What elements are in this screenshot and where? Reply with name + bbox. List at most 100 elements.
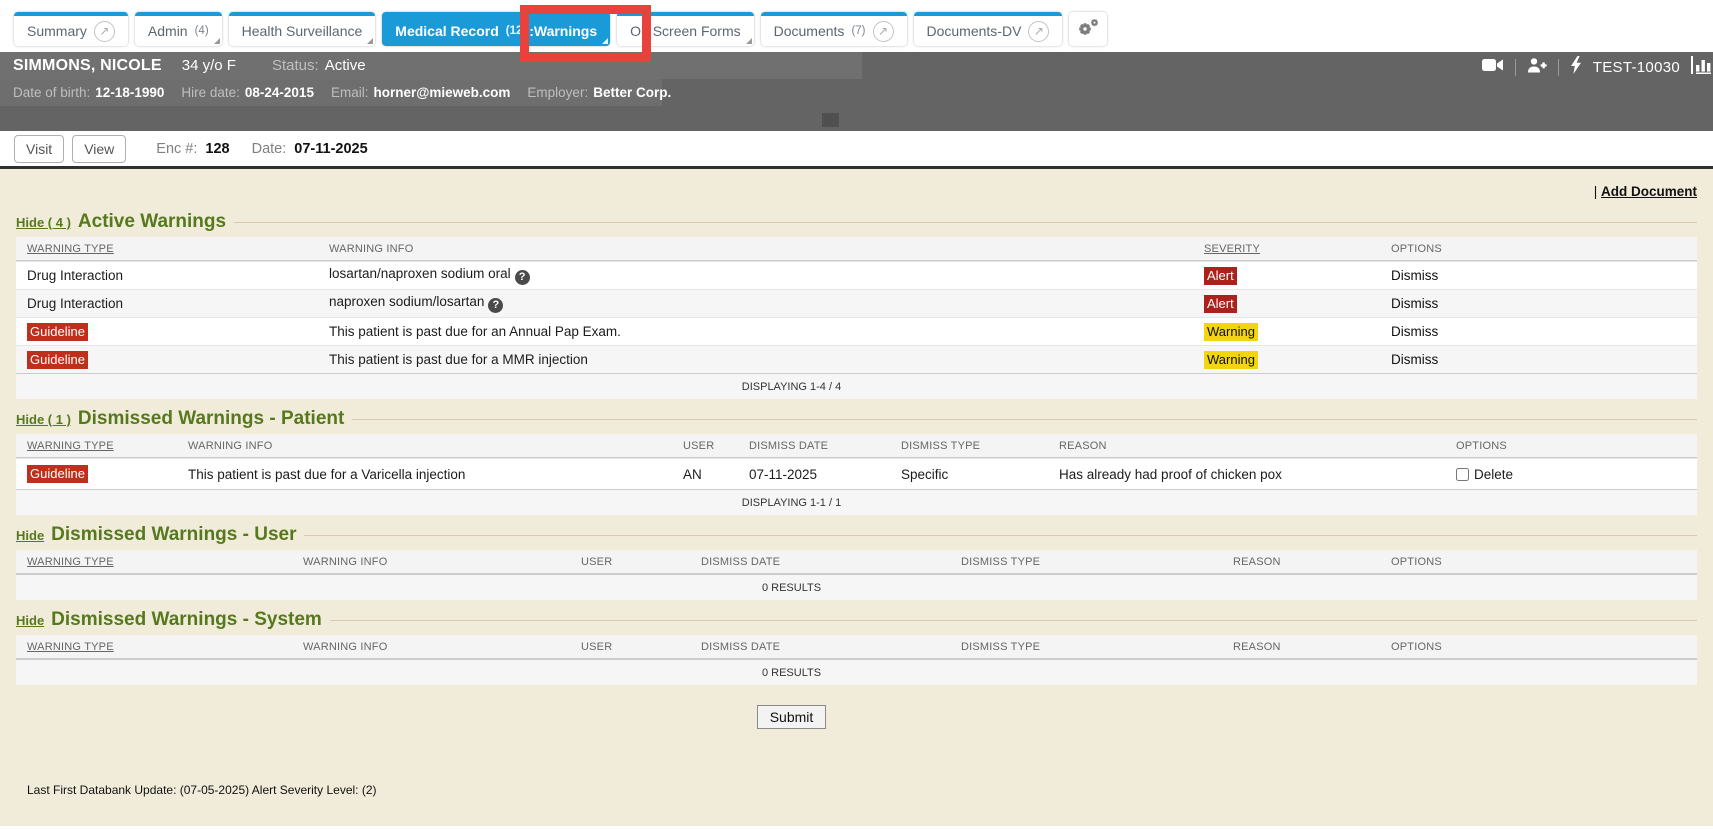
severity-badge: Alert: [1204, 267, 1237, 285]
enc-date-label: Date:: [252, 141, 287, 157]
help-icon[interactable]: ?: [515, 270, 530, 285]
active-warnings-table: WARNING TYPE WARNING INFO SEVERITY OPTIO…: [16, 237, 1697, 399]
column-reason: REASON: [1048, 436, 1445, 456]
dismissed-patient-title: Dismissed Warnings - Patient: [78, 408, 344, 430]
patient-age-sex: 34 y/o F: [182, 57, 236, 74]
hide-dismissed-system-link[interactable]: Hide: [16, 613, 44, 628]
warnings-page: | Add Document Hide ( 4 ) Active Warning…: [0, 169, 1713, 826]
warning-type-badge: Guideline: [27, 351, 88, 369]
dismiss-link[interactable]: Dismiss: [1380, 348, 1697, 371]
dismiss-link[interactable]: Dismiss: [1380, 264, 1697, 287]
dismiss-link[interactable]: Dismiss: [1380, 292, 1697, 315]
patient-header: SIMMONS, NICOLE 34 y/o F Status: Active: [0, 52, 1713, 131]
chart-icon[interactable]: [1691, 56, 1713, 79]
table-pagination: DISPLAYING 1-1 / 1: [16, 489, 1697, 515]
employer-value: Better Corp.: [593, 85, 671, 100]
table-row: Guideline This patient is past due for a…: [16, 345, 1697, 373]
tab-documents-dv[interactable]: Documents-DV ↗: [914, 12, 1063, 46]
tab-documents[interactable]: Documents (7) ↗: [761, 12, 907, 46]
column-warning-type[interactable]: WARNING TYPE: [16, 239, 318, 259]
table-pagination: DISPLAYING 1-4 / 4: [16, 373, 1697, 399]
column-user: USER: [672, 436, 738, 456]
tab-health-surveillance-label: Health Surveillance: [242, 23, 363, 39]
status-value: Active: [325, 57, 366, 74]
help-icon[interactable]: ?: [488, 298, 503, 313]
column-dismiss-date: DISMISS DATE: [690, 637, 950, 657]
dismissed-system-header: Hide Dismissed Warnings - System: [16, 609, 1697, 631]
view-button[interactable]: View: [72, 135, 126, 163]
column-options: OPTIONS: [1380, 552, 1697, 572]
column-reason: REASON: [1222, 637, 1380, 657]
tab-on-screen-forms[interactable]: On Screen Forms: [617, 12, 753, 46]
dob-value: 12-18-1990: [95, 85, 164, 100]
tab-medical-record-warnings[interactable]: Medical Record (12) :Warnings: [382, 12, 610, 46]
submit-button[interactable]: Submit: [757, 705, 827, 729]
email-value: horner@mieweb.com: [373, 85, 510, 100]
table-row: Drug Interaction losartan/naproxen sodiu…: [16, 261, 1697, 289]
column-options: OPTIONS: [1380, 239, 1697, 259]
dismiss-type-value: Specific: [890, 463, 1048, 486]
databank-update-note: Last First Databank Update: (07-05-2025)…: [27, 783, 1697, 797]
tab-summary[interactable]: Summary ↗: [14, 12, 128, 46]
settings-button[interactable]: [1069, 12, 1107, 46]
visit-button[interactable]: Visit: [14, 135, 64, 163]
tab-admin-label: Admin: [148, 23, 188, 39]
warning-info: losartan/naproxen sodium oral: [329, 266, 511, 281]
severity-badge: Warning: [1204, 323, 1258, 341]
hire-date-label: Hire date:: [181, 85, 240, 100]
column-warning-info: WARNING INFO: [292, 637, 570, 657]
dropdown-corner-icon: [602, 38, 608, 44]
warning-info: This patient is past due for an Annual P…: [318, 320, 1193, 343]
tab-bar: Summary ↗ Admin (4) Health Surveillance …: [0, 0, 1713, 52]
dismissed-system-title: Dismissed Warnings - System: [51, 609, 322, 631]
warning-type: Drug Interaction: [16, 264, 318, 287]
tab-documents-label: Documents: [774, 23, 845, 39]
dismissed-patient-header: Hide ( 1 ) Dismissed Warnings - Patient: [16, 408, 1697, 430]
toolbar: | Add Document: [16, 169, 1697, 208]
patient-id: TEST-10030: [1593, 59, 1680, 76]
hide-active-warnings-link[interactable]: Hide ( 4 ): [16, 215, 71, 230]
tab-documents-count: (7): [851, 25, 865, 37]
reason-value: Has already had proof of chicken pox: [1048, 463, 1445, 486]
warning-info: This patient is past due for a Varicella…: [177, 463, 672, 486]
encounter-bar: Visit View Enc #: 128 Date: 07-11-2025: [0, 131, 1713, 169]
tab-health-surveillance[interactable]: Health Surveillance: [229, 12, 376, 46]
table-header-row: WARNING TYPE WARNING INFO USER DISMISS D…: [16, 550, 1697, 574]
dropdown-corner-icon: [746, 38, 752, 44]
dismiss-date-value: 07-11-2025: [738, 463, 890, 486]
add-document-link[interactable]: Add Document: [1601, 184, 1697, 199]
section-rule: [234, 222, 1697, 223]
warning-info: This patient is past due for a MMR injec…: [318, 348, 1193, 371]
popout-icon[interactable]: ↗: [94, 21, 115, 42]
table-row: Guideline This patient is past due for a…: [16, 317, 1697, 345]
column-options: OPTIONS: [1445, 436, 1697, 456]
column-user: USER: [570, 637, 690, 657]
column-dismiss-date: DISMISS DATE: [690, 552, 950, 572]
lightning-icon[interactable]: [1570, 56, 1582, 79]
popout-icon[interactable]: ↗: [1028, 21, 1049, 42]
column-warning-type[interactable]: WARNING TYPE: [16, 436, 177, 456]
dropdown-corner-icon: [367, 38, 373, 44]
severity-badge: Warning: [1204, 351, 1258, 369]
patient-name: SIMMONS, NICOLE: [13, 57, 162, 75]
hide-dismissed-user-link[interactable]: Hide: [16, 528, 44, 543]
video-camera-icon[interactable]: [1482, 58, 1504, 77]
hide-dismissed-patient-link[interactable]: Hide ( 1 ): [16, 412, 71, 427]
column-warning-type[interactable]: WARNING TYPE: [16, 552, 292, 572]
dismissed-patient-table: WARNING TYPE WARNING INFO USER DISMISS D…: [16, 434, 1697, 515]
warning-info: naproxen sodium/losartan: [329, 294, 484, 309]
submit-row: Submit: [16, 705, 1697, 729]
enc-number-value: 128: [205, 141, 229, 157]
column-severity[interactable]: SEVERITY: [1193, 239, 1380, 259]
warning-type-badge: Guideline: [27, 323, 88, 341]
delete-checkbox[interactable]: [1456, 468, 1469, 481]
hire-date-value: 08-24-2015: [245, 85, 314, 100]
dismiss-link[interactable]: Dismiss: [1380, 320, 1697, 343]
add-person-icon[interactable]: [1527, 57, 1547, 78]
separator: |: [1594, 184, 1601, 199]
popout-icon[interactable]: ↗: [873, 21, 894, 42]
column-warning-type[interactable]: WARNING TYPE: [16, 637, 292, 657]
tab-on-screen-forms-label: On Screen Forms: [630, 23, 740, 39]
tab-admin[interactable]: Admin (4): [135, 12, 222, 46]
column-reason: REASON: [1222, 552, 1380, 572]
